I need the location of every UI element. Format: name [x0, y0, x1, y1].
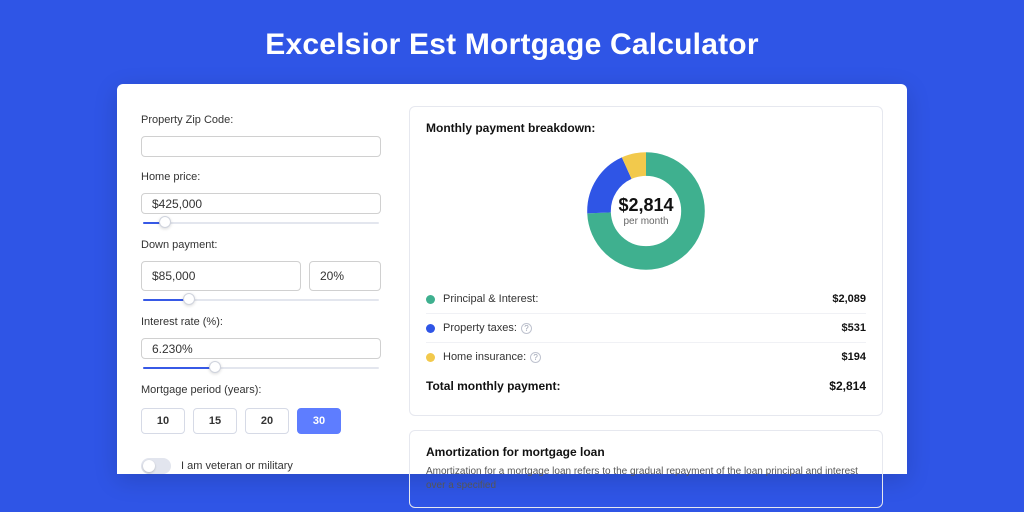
calculator-panel: Property Zip Code: Home price: Down paym… — [117, 84, 907, 474]
legend-label: Principal & Interest: — [443, 293, 832, 305]
home-price-input[interactable] — [141, 193, 381, 214]
period-button-20[interactable]: 20 — [245, 408, 289, 434]
breakdown-column: Monthly payment breakdown: $2,814 per mo… — [409, 106, 883, 474]
legend-value: $2,089 — [832, 293, 866, 305]
legend-label: Home insurance:? — [443, 351, 842, 363]
amortization-title: Amortization for mortgage loan — [426, 445, 866, 459]
legend-dot-icon — [426, 353, 435, 362]
legend-row-0: Principal & Interest:$2,089 — [426, 285, 866, 314]
inputs-column: Property Zip Code: Home price: Down paym… — [141, 106, 381, 474]
down-payment-amount-input[interactable] — [141, 261, 301, 291]
breakdown-card: Monthly payment breakdown: $2,814 per mo… — [409, 106, 883, 416]
amortization-card: Amortization for mortgage loan Amortizat… — [409, 430, 883, 508]
breakdown-legend: Principal & Interest:$2,089Property taxe… — [426, 285, 866, 371]
legend-label: Property taxes:? — [443, 322, 842, 334]
help-icon[interactable]: ? — [521, 323, 532, 334]
legend-value: $531 — [842, 322, 866, 334]
legend-value: $194 — [842, 351, 866, 363]
zip-input[interactable] — [141, 136, 381, 157]
interest-rate-slider[interactable] — [141, 363, 381, 370]
mortgage-period-group: 10 15 20 30 — [141, 408, 381, 434]
interest-rate-input[interactable] — [141, 338, 381, 359]
donut-center-value: $2,814 — [618, 195, 673, 216]
legend-dot-icon — [426, 295, 435, 304]
zip-label: Property Zip Code: — [141, 114, 381, 126]
legend-row-2: Home insurance:?$194 — [426, 343, 866, 371]
down-payment-percent-input[interactable] — [309, 261, 381, 291]
help-icon[interactable]: ? — [530, 352, 541, 363]
home-price-label: Home price: — [141, 171, 381, 183]
total-value: $2,814 — [829, 379, 866, 393]
down-payment-slider[interactable] — [141, 295, 381, 302]
interest-rate-label: Interest rate (%): — [141, 316, 381, 328]
mortgage-period-label: Mortgage period (years): — [141, 384, 381, 396]
down-payment-label: Down payment: — [141, 239, 381, 251]
veteran-toggle-label: I am veteran or military — [181, 460, 293, 472]
breakdown-donut-chart: $2,814 per month — [584, 149, 708, 273]
period-button-30[interactable]: 30 — [297, 408, 341, 434]
total-label: Total monthly payment: — [426, 379, 829, 393]
donut-center-sub: per month — [623, 216, 668, 227]
legend-row-1: Property taxes:?$531 — [426, 314, 866, 343]
period-button-10[interactable]: 10 — [141, 408, 185, 434]
home-price-slider[interactable] — [141, 218, 381, 225]
breakdown-title: Monthly payment breakdown: — [426, 121, 866, 135]
page-title: Excelsior Est Mortgage Calculator — [265, 28, 758, 62]
amortization-text: Amortization for a mortgage loan refers … — [426, 465, 866, 493]
legend-dot-icon — [426, 324, 435, 333]
period-button-15[interactable]: 15 — [193, 408, 237, 434]
veteran-toggle[interactable] — [141, 458, 171, 474]
